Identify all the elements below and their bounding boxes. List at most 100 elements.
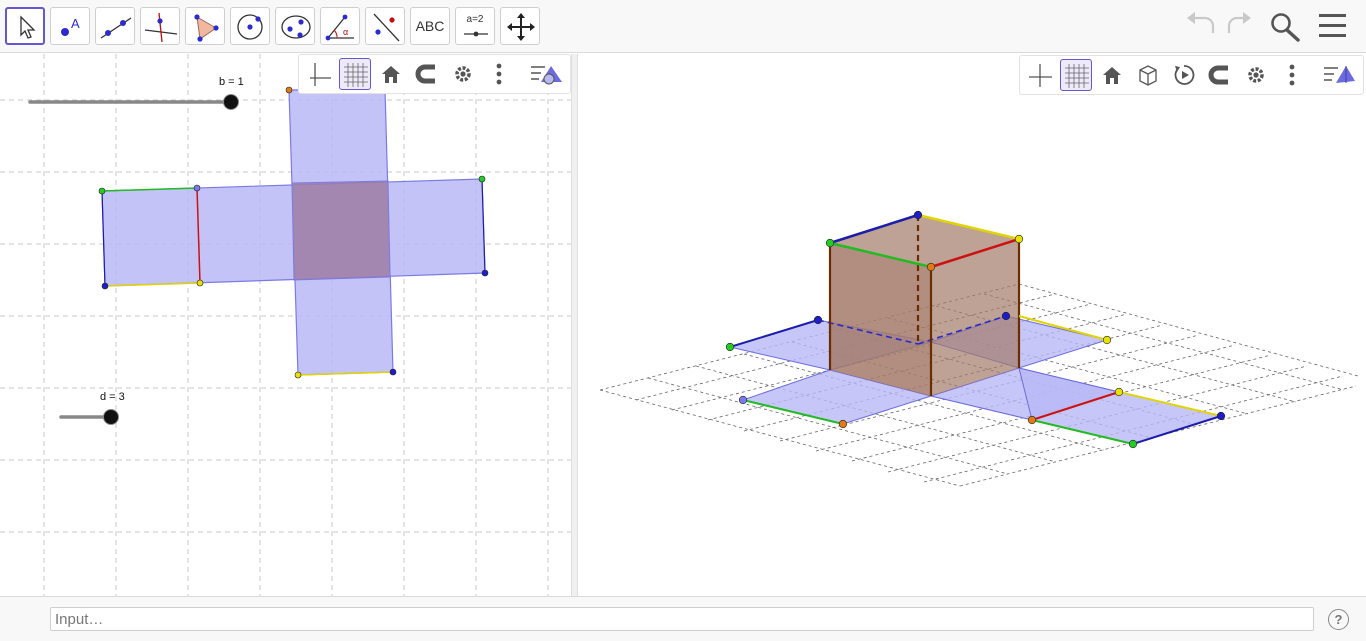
net3d-point-yellow-2[interactable] <box>1102 335 1112 345</box>
gear-icon <box>1248 67 1264 83</box>
view-toggle-button-3d[interactable] <box>1322 59 1355 91</box>
angle-icon: α <box>325 14 354 41</box>
view-toggle-button[interactable] <box>529 58 562 90</box>
axes-icon <box>1029 64 1052 87</box>
ellipse-icon <box>281 15 311 39</box>
axes-toggle-button[interactable] <box>303 58 335 90</box>
search-icon[interactable] <box>1271 13 1300 42</box>
net3d-point-blue-5[interactable] <box>1216 411 1226 421</box>
view-toggle-icon <box>1324 66 1355 83</box>
net3d-point-yellow-3[interactable] <box>1114 387 1124 397</box>
net-point-orange[interactable] <box>285 86 293 94</box>
perpendicular-line-tool[interactable] <box>140 7 180 45</box>
point-icon: A <box>61 16 80 36</box>
more-button[interactable] <box>483 58 515 90</box>
magnet-icon <box>1208 65 1228 85</box>
input-bar: ? <box>0 596 1366 641</box>
net-point-blue-1[interactable] <box>193 184 201 192</box>
text-tool[interactable]: ABC <box>410 7 450 45</box>
point-capture-button[interactable] <box>411 58 443 90</box>
point-tool-label: A <box>71 16 80 31</box>
slider-d-label: d = 3 <box>100 391 125 403</box>
perpendicular-icon <box>144 12 178 43</box>
standard-view-button[interactable] <box>1132 59 1164 91</box>
view-divider[interactable] <box>571 54 578 596</box>
line-tool[interactable] <box>95 7 135 45</box>
net3d-point-green-2[interactable] <box>825 238 835 248</box>
graphics-view-2d[interactable]: b = 1 d = 3 <box>0 54 571 596</box>
gear-icon <box>455 66 471 82</box>
menu-icon[interactable] <box>1319 14 1346 37</box>
move-graphics-view-tool[interactable] <box>500 7 540 45</box>
circle-icon <box>237 14 263 40</box>
net3d-face-far-right[interactable] <box>1018 367 1223 445</box>
net3d-point-green-3[interactable] <box>1128 439 1138 449</box>
net3d-point-blue-1[interactable] <box>813 315 823 325</box>
redo-icon[interactable] <box>1227 12 1251 33</box>
settings-button[interactable] <box>447 58 479 90</box>
point-capture-button-3d[interactable] <box>1204 59 1236 91</box>
grid-2d <box>0 54 571 596</box>
reflect-tool[interactable] <box>365 7 405 45</box>
net-point-yellow-1[interactable] <box>196 279 204 287</box>
home-icon <box>382 66 400 83</box>
slider-b-label: b = 1 <box>219 76 244 88</box>
net-point-green-2[interactable] <box>478 175 486 183</box>
net3d-point-orange-3[interactable] <box>1027 415 1037 425</box>
view-toggle-icon <box>531 66 562 85</box>
net3d-point-blue-2[interactable] <box>738 395 748 405</box>
slider-b[interactable] <box>28 94 239 110</box>
cursor-arrow-icon <box>20 15 36 39</box>
net3d-point-blue-4[interactable] <box>1001 311 1011 321</box>
home-button-3d[interactable] <box>1096 59 1128 91</box>
net3d-point-blue-3[interactable] <box>913 210 923 220</box>
net-point-blue-3[interactable] <box>481 269 489 277</box>
net3d-point-yellow-1[interactable] <box>1014 234 1024 244</box>
polygon-icon <box>194 14 219 42</box>
axes-toggle-button-3d[interactable] <box>1024 59 1056 91</box>
angle-tool[interactable]: α <box>320 7 360 45</box>
grid-toggle-button-3d[interactable] <box>1060 59 1092 91</box>
point-tool[interactable]: A <box>50 7 90 45</box>
more-vertical-icon <box>496 63 502 85</box>
move-arrows-icon <box>507 13 535 41</box>
algebra-input-field[interactable] <box>50 607 1314 631</box>
slider-track-icon <box>464 31 488 37</box>
net3d-point-orange-1[interactable] <box>838 419 848 429</box>
more-vertical-icon <box>1289 64 1295 86</box>
polygon-tool[interactable] <box>185 7 225 45</box>
net-point-blue-4[interactable] <box>389 368 397 376</box>
slider-tool[interactable]: a=2 <box>455 7 495 45</box>
net3d-point-orange-2[interactable] <box>926 262 936 272</box>
text-icon: ABC <box>415 18 445 34</box>
move-tool[interactable] <box>5 7 45 45</box>
graphics-3d-canvas[interactable] <box>578 54 1366 596</box>
grid-icon <box>344 63 368 87</box>
rotate-view-icon <box>1174 65 1195 85</box>
more-button-3d[interactable] <box>1276 59 1308 91</box>
grid-icon <box>1065 64 1089 88</box>
net-point-yellow-2[interactable] <box>294 371 302 379</box>
settings-button-3d[interactable] <box>1240 59 1272 91</box>
magnet-icon <box>415 64 435 84</box>
net-center-face[interactable] <box>291 180 391 281</box>
cube-face-left[interactable] <box>830 243 931 396</box>
rotate-view-button[interactable] <box>1168 59 1200 91</box>
slider-d-knob[interactable] <box>103 409 119 425</box>
slider-b-knob[interactable] <box>223 94 239 110</box>
style-bar-2d <box>298 54 571 94</box>
net3d-point-green-1[interactable] <box>725 342 735 352</box>
graphics-2d-canvas[interactable] <box>0 54 571 596</box>
graphics-view-3d[interactable] <box>578 54 1366 596</box>
circle-center-point-tool[interactable] <box>230 7 270 45</box>
help-icon[interactable]: ? <box>1328 609 1349 630</box>
undo-icon[interactable] <box>1187 12 1215 33</box>
net-point-blue-2[interactable] <box>101 282 109 290</box>
home-button[interactable] <box>375 58 407 90</box>
grid-toggle-button[interactable] <box>339 58 371 90</box>
axes-icon <box>310 63 331 86</box>
slider-d[interactable] <box>59 409 119 425</box>
net-point-green[interactable] <box>98 187 106 195</box>
ellipse-tool[interactable] <box>275 7 315 45</box>
home-icon <box>1103 67 1121 84</box>
